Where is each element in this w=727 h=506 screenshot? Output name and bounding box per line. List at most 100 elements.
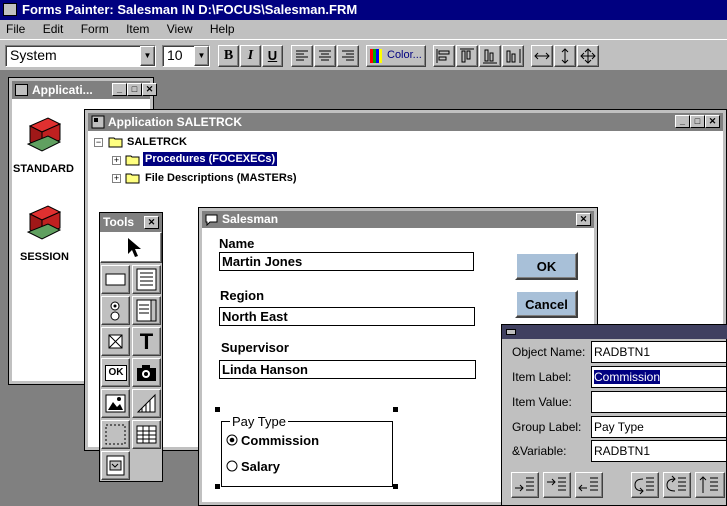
move-up-button[interactable] [631,472,659,498]
align-bottom-button[interactable] [456,45,478,67]
name-label: Name [219,236,255,251]
tool-list-box[interactable] [132,296,161,325]
size-select[interactable]: 10 ▼ [162,45,210,67]
region-field[interactable]: North East [219,307,475,326]
object-name-field[interactable]: RADBTN1 [591,341,727,363]
tool-combo-box[interactable] [101,451,130,480]
selection-handle[interactable] [215,407,220,412]
pay-type-group-box[interactable] [221,421,393,487]
salesman-form-title-bar[interactable]: Salesman [202,211,594,228]
insert-before-button[interactable] [511,472,539,498]
chevron-down-icon[interactable]: ▼ [140,46,155,66]
size-select-value: 10 [167,47,183,63]
menu-file[interactable]: File [6,22,25,36]
tool-group-box[interactable] [101,420,130,449]
font-select[interactable]: System ▼ [5,45,156,67]
radio-unchecked-icon[interactable] [226,460,238,472]
properties-title-bar[interactable] [502,325,727,339]
color-button-label: Color... [387,49,422,61]
tool-chart[interactable] [132,389,161,418]
chevron-down-icon[interactable]: ▼ [194,46,209,66]
align-baseline-button[interactable] [502,45,524,67]
close-button[interactable]: ✕ [142,83,157,96]
selection-handle[interactable] [215,484,220,489]
close-button[interactable]: ✕ [144,216,159,229]
filing-cabinet-icon[interactable] [26,114,62,154]
saletrck-window-title: Application SALETRCK [108,115,242,129]
align-middle-button[interactable] [479,45,501,67]
tool-pointer[interactable] [100,232,162,263]
tool-rectangle[interactable] [101,265,130,294]
item-label-field[interactable]: Commission [591,366,727,388]
resize-horizontal-button[interactable] [531,45,553,67]
variable-field[interactable]: RADBTN1 [591,440,727,462]
panel-control-icon[interactable] [506,329,516,335]
insert-after-button[interactable] [543,472,571,498]
main-title-bar[interactable]: Forms Painter: Salesman IN D:\FOCUS\Sale… [0,0,727,20]
tool-text[interactable]: T [132,327,161,356]
tree-item-procedures[interactable]: Procedures (FOCEXECs) [143,152,278,166]
radio-commission-label[interactable]: Commission [241,433,319,448]
saletrck-window-title-bar[interactable]: Application SALETRCK [88,113,723,131]
supervisor-field[interactable]: Linda Hanson [219,360,476,379]
tool-check-box[interactable] [101,327,130,356]
italic-button[interactable]: I [240,45,261,67]
minimize-button[interactable]: _ [675,115,690,128]
menu-edit[interactable]: Edit [43,22,64,36]
radio-salary-label[interactable]: Salary [241,459,280,474]
close-button[interactable]: ✕ [576,213,591,226]
tool-push-button[interactable]: OK [101,358,130,387]
move-button[interactable] [577,45,599,67]
group-label-label: Group Label: [512,420,582,434]
name-field[interactable]: Martin Jones [219,252,474,271]
resize-vertical-button[interactable] [554,45,576,67]
selection-handle[interactable] [393,407,398,412]
arrow-right-list-icon [547,477,566,491]
menu-view[interactable]: View [167,22,193,36]
underline-button[interactable]: U [262,45,283,67]
menu-item[interactable]: Item [126,22,149,36]
pointer-arrow-icon [128,238,141,257]
radio-button-icon [110,301,120,321]
group-label-field[interactable]: Pay Type [591,416,727,438]
tree-item-file-descriptions[interactable]: File Descriptions (MASTERs) [145,172,297,184]
minimize-button[interactable]: _ [112,83,127,96]
window-control-icon[interactable] [15,84,28,96]
app-control-icon[interactable] [3,3,17,16]
cancel-button[interactable]: Cancel [515,290,578,318]
move-top-button[interactable] [695,472,725,498]
align-top-button[interactable] [433,45,455,67]
folder-icon [125,173,140,184]
close-button[interactable]: ✕ [705,115,720,128]
align-center-button[interactable] [314,45,336,67]
bold-button[interactable]: B [218,45,239,67]
move-down-button[interactable] [663,472,691,498]
filing-cabinet-icon[interactable] [26,202,62,242]
item-value-field[interactable] [591,391,727,413]
tool-picture[interactable] [101,389,130,418]
tree-expand-icon[interactable]: + [112,156,121,165]
maximize-button[interactable]: □ [690,115,705,128]
ok-button[interactable]: OK [515,252,578,280]
selection-handle[interactable] [393,484,398,489]
tool-radio-button[interactable] [101,296,130,325]
check-box-icon [108,334,123,349]
tool-grid[interactable] [132,420,161,449]
menu-form[interactable]: Form [81,22,109,36]
item-value-label: Item Value: [512,395,572,409]
tool-text-field[interactable] [132,265,161,294]
tree-collapse-icon[interactable]: − [94,138,103,147]
tool-camera[interactable] [132,358,161,387]
align-right-button[interactable] [337,45,359,67]
push-button-icon: OK [105,365,127,381]
color-button[interactable]: Color... [366,45,426,67]
remove-button[interactable] [575,472,603,498]
application-icon[interactable] [91,115,105,129]
tree-expand-icon[interactable]: + [112,174,121,183]
align-left-button[interactable] [291,45,313,67]
item-label-value: Commission [594,370,661,384]
radio-checked-icon[interactable] [226,434,238,446]
menu-help[interactable]: Help [210,22,235,36]
tree-root-label[interactable]: SALETRCK [127,136,187,148]
maximize-button[interactable]: □ [127,83,142,96]
